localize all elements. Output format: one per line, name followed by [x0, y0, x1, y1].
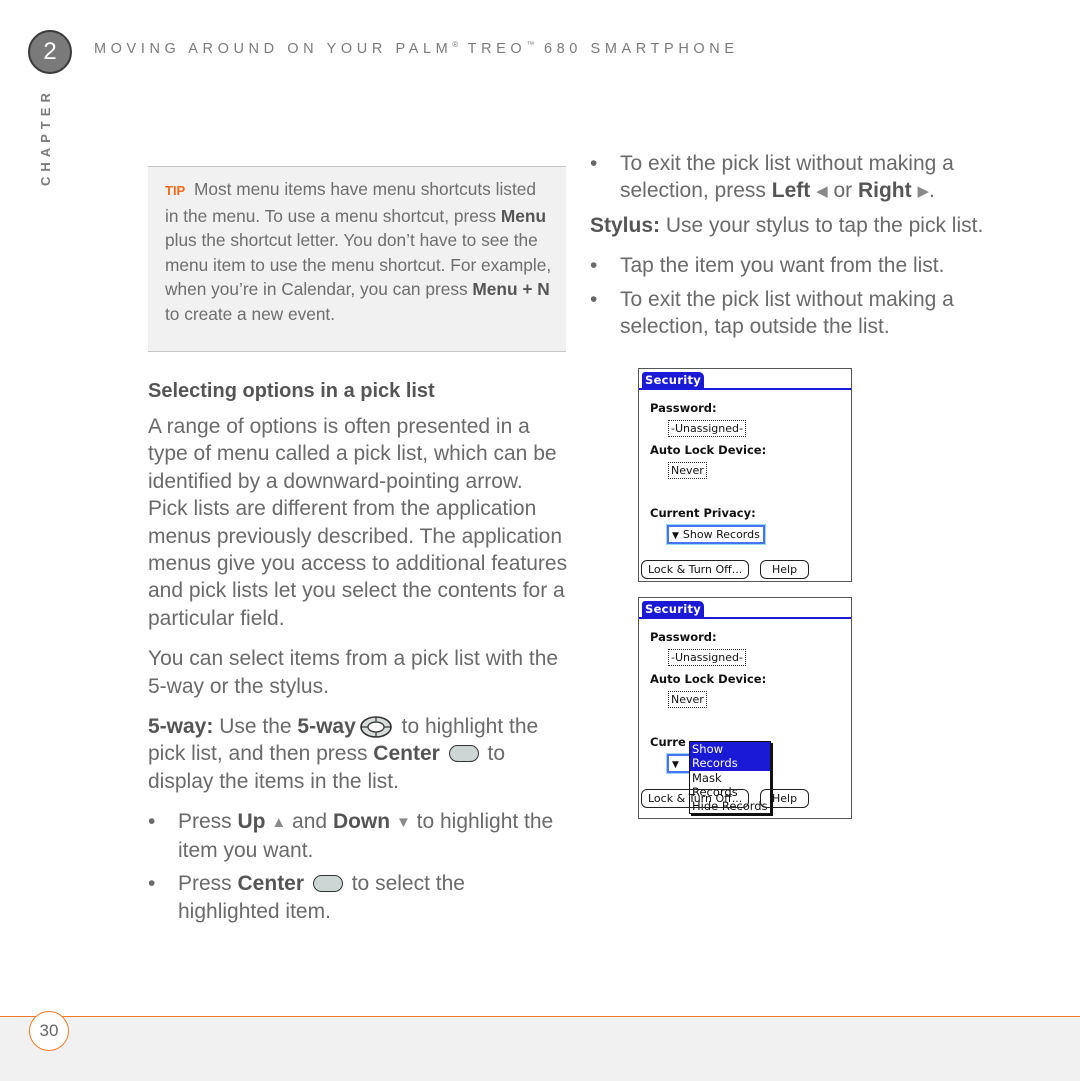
text: Use your stylus to tap the pick list. [660, 213, 984, 237]
password-label: Password: [650, 401, 717, 415]
bullet-dot: • [590, 152, 598, 175]
password-label: Password: [650, 630, 717, 644]
palm-title-bar: Security [639, 369, 851, 390]
chapter-number-badge: 2 [28, 30, 72, 74]
tip-text: Most menu items have menu shortcuts list… [165, 179, 536, 226]
text: and [286, 810, 333, 834]
password-field[interactable]: -Unassigned- [668, 420, 746, 437]
left-column: Selecting options in a pick list A range… [148, 380, 568, 931]
text: Press [178, 872, 238, 896]
picker-arrow-icon: ▼ [672, 760, 679, 770]
right-column: • To exit the pick list without making a … [590, 150, 1030, 346]
list-item: • To exit the pick list without making a … [590, 286, 1030, 341]
center-bold: Center [237, 872, 305, 896]
picker-arrow-icon: ▼ [672, 531, 679, 541]
text: or [827, 179, 858, 203]
text: Use the [213, 715, 298, 739]
down-arrow-icon: ▼ [395, 814, 411, 832]
running-head-text-2: TREO [459, 41, 527, 57]
exit-bullet-list: • To exit the pick list without making a … [590, 150, 1030, 206]
bullet-dot: • [148, 810, 156, 834]
privacy-label: Current Privacy: [650, 506, 756, 520]
picker-value: Show Records [682, 528, 760, 541]
running-head-text-3: 680 SMARTPHONE [535, 41, 739, 57]
list-item: • To exit the pick list without making a … [590, 150, 1030, 206]
lock-turn-off-button[interactable]: Lock & Turn Off... [641, 560, 750, 579]
down-bold: Down [332, 810, 391, 834]
chapter-side-label: CHAPTER [34, 88, 60, 192]
help-button[interactable]: Help [760, 789, 810, 808]
text: Tap the item you want from the list. [620, 254, 945, 278]
right-bold: Right [857, 179, 912, 203]
bullet-dot: • [590, 287, 598, 311]
fiveway-bold: 5-way [297, 715, 356, 739]
page-number: 30 [29, 1011, 69, 1051]
palm-tab-security[interactable]: Security [642, 372, 705, 388]
text: . [929, 179, 935, 203]
help-button[interactable]: Help [760, 560, 810, 579]
list-item: • Press Center to select the highlighted … [148, 870, 568, 925]
fiveway-paragraph: 5-way: Use the 5-way to highlight the pi… [148, 713, 568, 795]
running-head-text-1: MOVING AROUND ON YOUR PALM [94, 41, 453, 57]
autolock-field[interactable]: Never [668, 462, 707, 479]
palm-title-bar: Security [639, 598, 851, 619]
privacy-picker[interactable]: ▼ [667, 754, 691, 773]
intro-paragraph: A range of options is often presented in… [148, 415, 568, 630]
stylus-paragraph: Stylus: Use your stylus to tap the pick … [590, 212, 1030, 239]
text: To exit the pick list without making a s… [620, 287, 954, 339]
palm-security-screen: Security Password: -Unassigned- Auto Loc… [638, 368, 852, 582]
tip-label: TIP [165, 183, 186, 198]
fiveway-lead: 5-way: [148, 715, 214, 739]
stylus-bullet-list: • Tap the item you want from the list. • T… [590, 252, 1030, 340]
up-arrow-icon: ▲ [271, 814, 287, 832]
section-heading: Selecting options in a pick list [148, 380, 435, 402]
left-arrow-icon: ◀ [816, 183, 828, 201]
fiveway-bullet-list: • Press Up ▲ and Down ▼ to highlight the … [148, 808, 568, 925]
stylus-lead: Stylus: [590, 213, 661, 237]
center-button-icon [312, 875, 343, 893]
palm-tab-security[interactable]: Security [642, 601, 705, 617]
picklist-option-show-records[interactable]: Show Records [690, 742, 770, 771]
center-button-icon [448, 745, 479, 763]
text: Press [178, 810, 238, 834]
autolock-label: Auto Lock Device: [650, 443, 767, 457]
lock-turn-off-button[interactable]: Lock & Turn Off... [641, 789, 750, 808]
privacy-label-partial: Curre [650, 735, 686, 749]
list-item: • Tap the item you want from the list. [590, 252, 1030, 279]
tip-box: TIP Most menu items have menu shortcuts … [148, 166, 566, 352]
palm-security-screen-picklist-open: Security Password: -Unassigned- Auto Loc… [638, 597, 852, 819]
trademark-mark: ™ [526, 40, 536, 49]
center-bold: Center [373, 742, 440, 766]
tip-bold-menu: Menu [500, 205, 547, 226]
password-field[interactable]: -Unassigned- [668, 649, 746, 666]
fiveway-navigator-icon [359, 716, 392, 738]
running-head: MOVING AROUND ON YOUR PALM® TREO™ 680 SM… [94, 40, 739, 57]
bullet-dot: • [148, 872, 156, 896]
privacy-picker[interactable]: ▼ Show Records [667, 525, 765, 544]
up-bold: Up [237, 810, 266, 834]
autolock-field[interactable]: Never [668, 691, 707, 708]
right-arrow-icon: ▶ [917, 183, 930, 201]
autolock-label: Auto Lock Device: [650, 672, 767, 686]
tip-bold-menu-n: Menu + N [472, 279, 550, 300]
tip-text: to create a new event. [165, 303, 336, 324]
chapter-label-text: CHAPTER [38, 88, 53, 186]
list-item: • Press Up ▲ and Down ▼ to highlight the … [148, 808, 568, 864]
left-bold: Left [771, 179, 811, 203]
bullet-dot: • [590, 254, 598, 278]
footer-bar [0, 1016, 1080, 1081]
methods-paragraph: You can select items from a pick list wi… [148, 647, 559, 698]
